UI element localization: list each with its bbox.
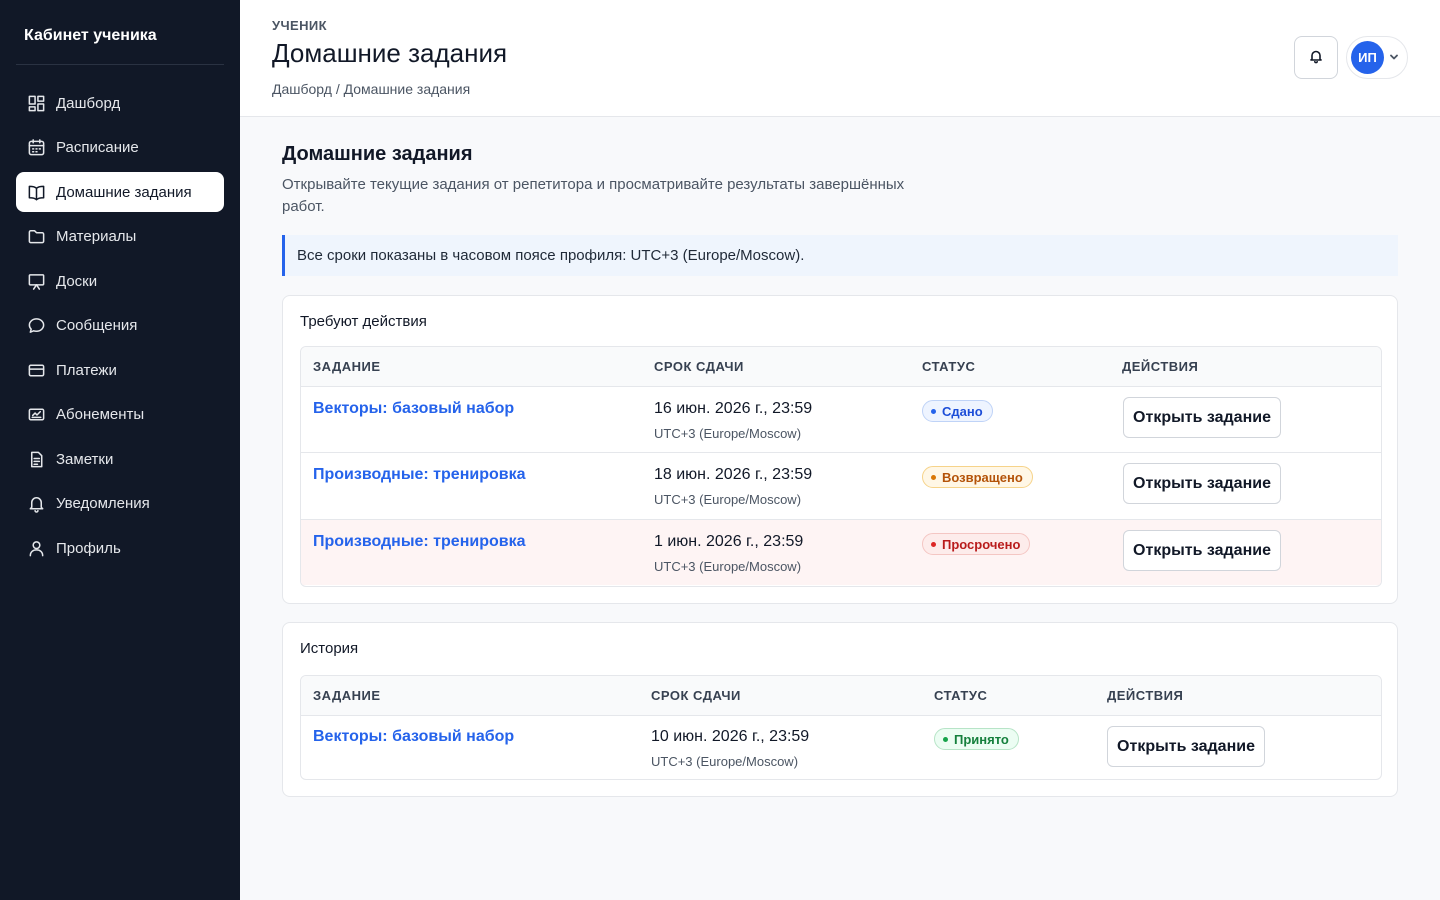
open-task-button[interactable]: Открыть задание xyxy=(1123,397,1281,438)
sidebar-item-notifications[interactable]: Уведомления xyxy=(16,484,224,524)
status-text: Возвращено xyxy=(942,469,1023,485)
column-header-task: ЗАДАНИЕ xyxy=(313,688,381,703)
book-icon xyxy=(26,182,46,202)
notifications-button[interactable] xyxy=(1294,36,1338,79)
due-date: 10 июн. 2026 г., 23:59 xyxy=(651,728,810,745)
status-badge: Сдано xyxy=(922,400,993,422)
section-title: Домашние задания xyxy=(282,143,473,165)
table-row: Производные: тренировка 1 июн. 2026 г., … xyxy=(301,520,1381,585)
status-dot xyxy=(931,474,936,480)
due-timezone: UTC+3 (Europe/Moscow) xyxy=(651,754,799,769)
open-task-button[interactable]: Открыть задание xyxy=(1123,463,1281,504)
table-row: Производные: тренировка 18 июн. 2026 г.,… xyxy=(301,453,1381,520)
folder-icon xyxy=(26,227,46,247)
calendar-icon xyxy=(26,138,46,158)
action-required-table: ЗАДАНИЕ СРОК СДАЧИ СТАТУС ДЕЙСТВИЯ Векто… xyxy=(300,346,1382,587)
status-dot xyxy=(931,408,936,414)
sidebar-item-payments[interactable]: Платежи xyxy=(16,350,224,390)
card-icon xyxy=(26,360,46,380)
column-header-actions: ДЕЙСТВИЯ xyxy=(1107,688,1184,703)
due-date: 1 июн. 2026 г., 23:59 xyxy=(654,533,804,550)
column-header-actions: ДЕЙСТВИЯ xyxy=(1122,359,1199,374)
status-badge: Просрочено xyxy=(922,533,1031,555)
breadcrumb[interactable]: Дашборд / Домашние задания xyxy=(272,81,470,97)
column-header-due: СРОК СДАЧИ xyxy=(651,688,741,703)
column-header-status: СТАТУС xyxy=(934,688,988,703)
status-dot xyxy=(931,541,936,547)
table-header: ЗАДАНИЕ СРОК СДАЧИ СТАТУС ДЕЙСТВИЯ xyxy=(301,676,1381,716)
history-card: История ЗАДАНИЕ СРОК СДАЧИ СТАТУС ДЕЙСТВ… xyxy=(282,622,1398,797)
due-timezone: UTC+3 (Europe/Moscow) xyxy=(654,426,802,441)
sidebar-item-label: Доски xyxy=(56,272,98,290)
status-badge: Принято xyxy=(934,728,1019,750)
sidebar-item-label: Заметки xyxy=(56,450,114,468)
dashboard-icon xyxy=(26,93,46,113)
sidebar-item-dashboard[interactable]: Дашборд xyxy=(16,83,224,123)
table-row: Векторы: базовый набор 10 июн. 2026 г., … xyxy=(301,716,1381,779)
column-header-due: СРОК СДАЧИ xyxy=(654,359,744,374)
bell-icon xyxy=(26,494,46,514)
open-task-button[interactable]: Открыть задание xyxy=(1123,530,1281,571)
whiteboard-icon xyxy=(26,271,46,291)
page-header: УЧЕНИК Домашние задания Дашборд / Домашн… xyxy=(240,0,1440,117)
column-header-task: ЗАДАНИЕ xyxy=(313,359,381,374)
sidebar-divider xyxy=(16,64,224,65)
sidebar-item-label: Дашборд xyxy=(56,94,121,112)
history-table: ЗАДАНИЕ СРОК СДАЧИ СТАТУС ДЕЙСТВИЯ Векто… xyxy=(300,675,1382,780)
sidebar-item-notes[interactable]: Заметки xyxy=(16,439,224,479)
table-header: ЗАДАНИЕ СРОК СДАЧИ СТАТУС ДЕЙСТВИЯ xyxy=(301,347,1381,387)
page-title: Домашние задания xyxy=(272,38,508,68)
sidebar-item-label: Материалы xyxy=(56,228,137,245)
sidebar-item-label: Абонементы xyxy=(56,406,145,423)
user-menu-button[interactable]: ИП xyxy=(1346,36,1408,79)
sidebar: Кабинет ученика Дашборд Расписание Домаш… xyxy=(0,0,240,900)
bell-icon xyxy=(1308,48,1324,67)
task-link[interactable]: Векторы: базовый набор xyxy=(313,728,514,746)
column-header-status: СТАТУС xyxy=(922,359,976,374)
sidebar-item-label: Уведомления xyxy=(56,495,150,512)
sidebar-item-materials[interactable]: Материалы xyxy=(16,217,224,257)
due-timezone: UTC+3 (Europe/Moscow) xyxy=(654,492,802,507)
section-description: Открывайте текущие задания от репетитора… xyxy=(282,176,905,215)
open-task-button[interactable]: Открыть задание xyxy=(1107,726,1265,767)
message-icon xyxy=(26,316,46,336)
task-link[interactable]: Векторы: базовый набор xyxy=(313,400,514,418)
due-date: 16 июн. 2026 г., 23:59 xyxy=(654,400,813,417)
avatar: ИП xyxy=(1351,41,1384,74)
sidebar-item-label: Платежи xyxy=(56,361,117,379)
sidebar-brand: Кабинет ученика xyxy=(24,27,157,44)
status-text: Просрочено xyxy=(942,536,1021,552)
sidebar-item-homework[interactable]: Домашние задания xyxy=(16,172,224,212)
user-icon xyxy=(26,538,46,558)
role-label: УЧЕНИК xyxy=(272,18,327,33)
sidebar-nav: Дашборд Расписание Домашние задания Мате… xyxy=(16,83,224,573)
timezone-notice: Все сроки показаны в часовом поясе профи… xyxy=(282,235,1398,276)
sidebar-item-profile[interactable]: Профиль xyxy=(16,528,224,568)
status-dot xyxy=(943,736,948,742)
sidebar-item-label: Сообщения xyxy=(56,317,138,334)
sidebar-item-schedule[interactable]: Расписание xyxy=(16,128,224,168)
sidebar-item-label: Профиль xyxy=(56,539,121,557)
task-link[interactable]: Производные: тренировка xyxy=(313,466,525,484)
sidebar-item-messages[interactable]: Сообщения xyxy=(16,306,224,346)
sidebar-item-label: Домашние задания xyxy=(56,183,192,201)
due-date: 18 июн. 2026 г., 23:59 xyxy=(654,466,813,483)
task-link[interactable]: Производные: тренировка xyxy=(313,533,525,551)
ticket-icon xyxy=(26,405,46,425)
sidebar-item-boards[interactable]: Доски xyxy=(16,261,224,301)
table-row: Векторы: базовый набор 16 июн. 2026 г., … xyxy=(301,387,1381,453)
sidebar-item-subscriptions[interactable]: Абонементы xyxy=(16,395,224,435)
sidebar-item-label: Расписание xyxy=(56,139,139,156)
status-text: Принято xyxy=(954,731,1009,747)
card-title: История xyxy=(300,640,359,657)
action-required-card: Требуют действия ЗАДАНИЕ СРОК СДАЧИ СТАТ… xyxy=(282,295,1398,604)
chevron-down-icon xyxy=(1389,49,1399,67)
status-badge: Возвращено xyxy=(922,466,1033,488)
note-icon xyxy=(26,449,46,469)
card-title: Требуют действия xyxy=(300,313,427,330)
status-text: Сдано xyxy=(942,403,983,419)
due-timezone: UTC+3 (Europe/Moscow) xyxy=(654,559,802,574)
